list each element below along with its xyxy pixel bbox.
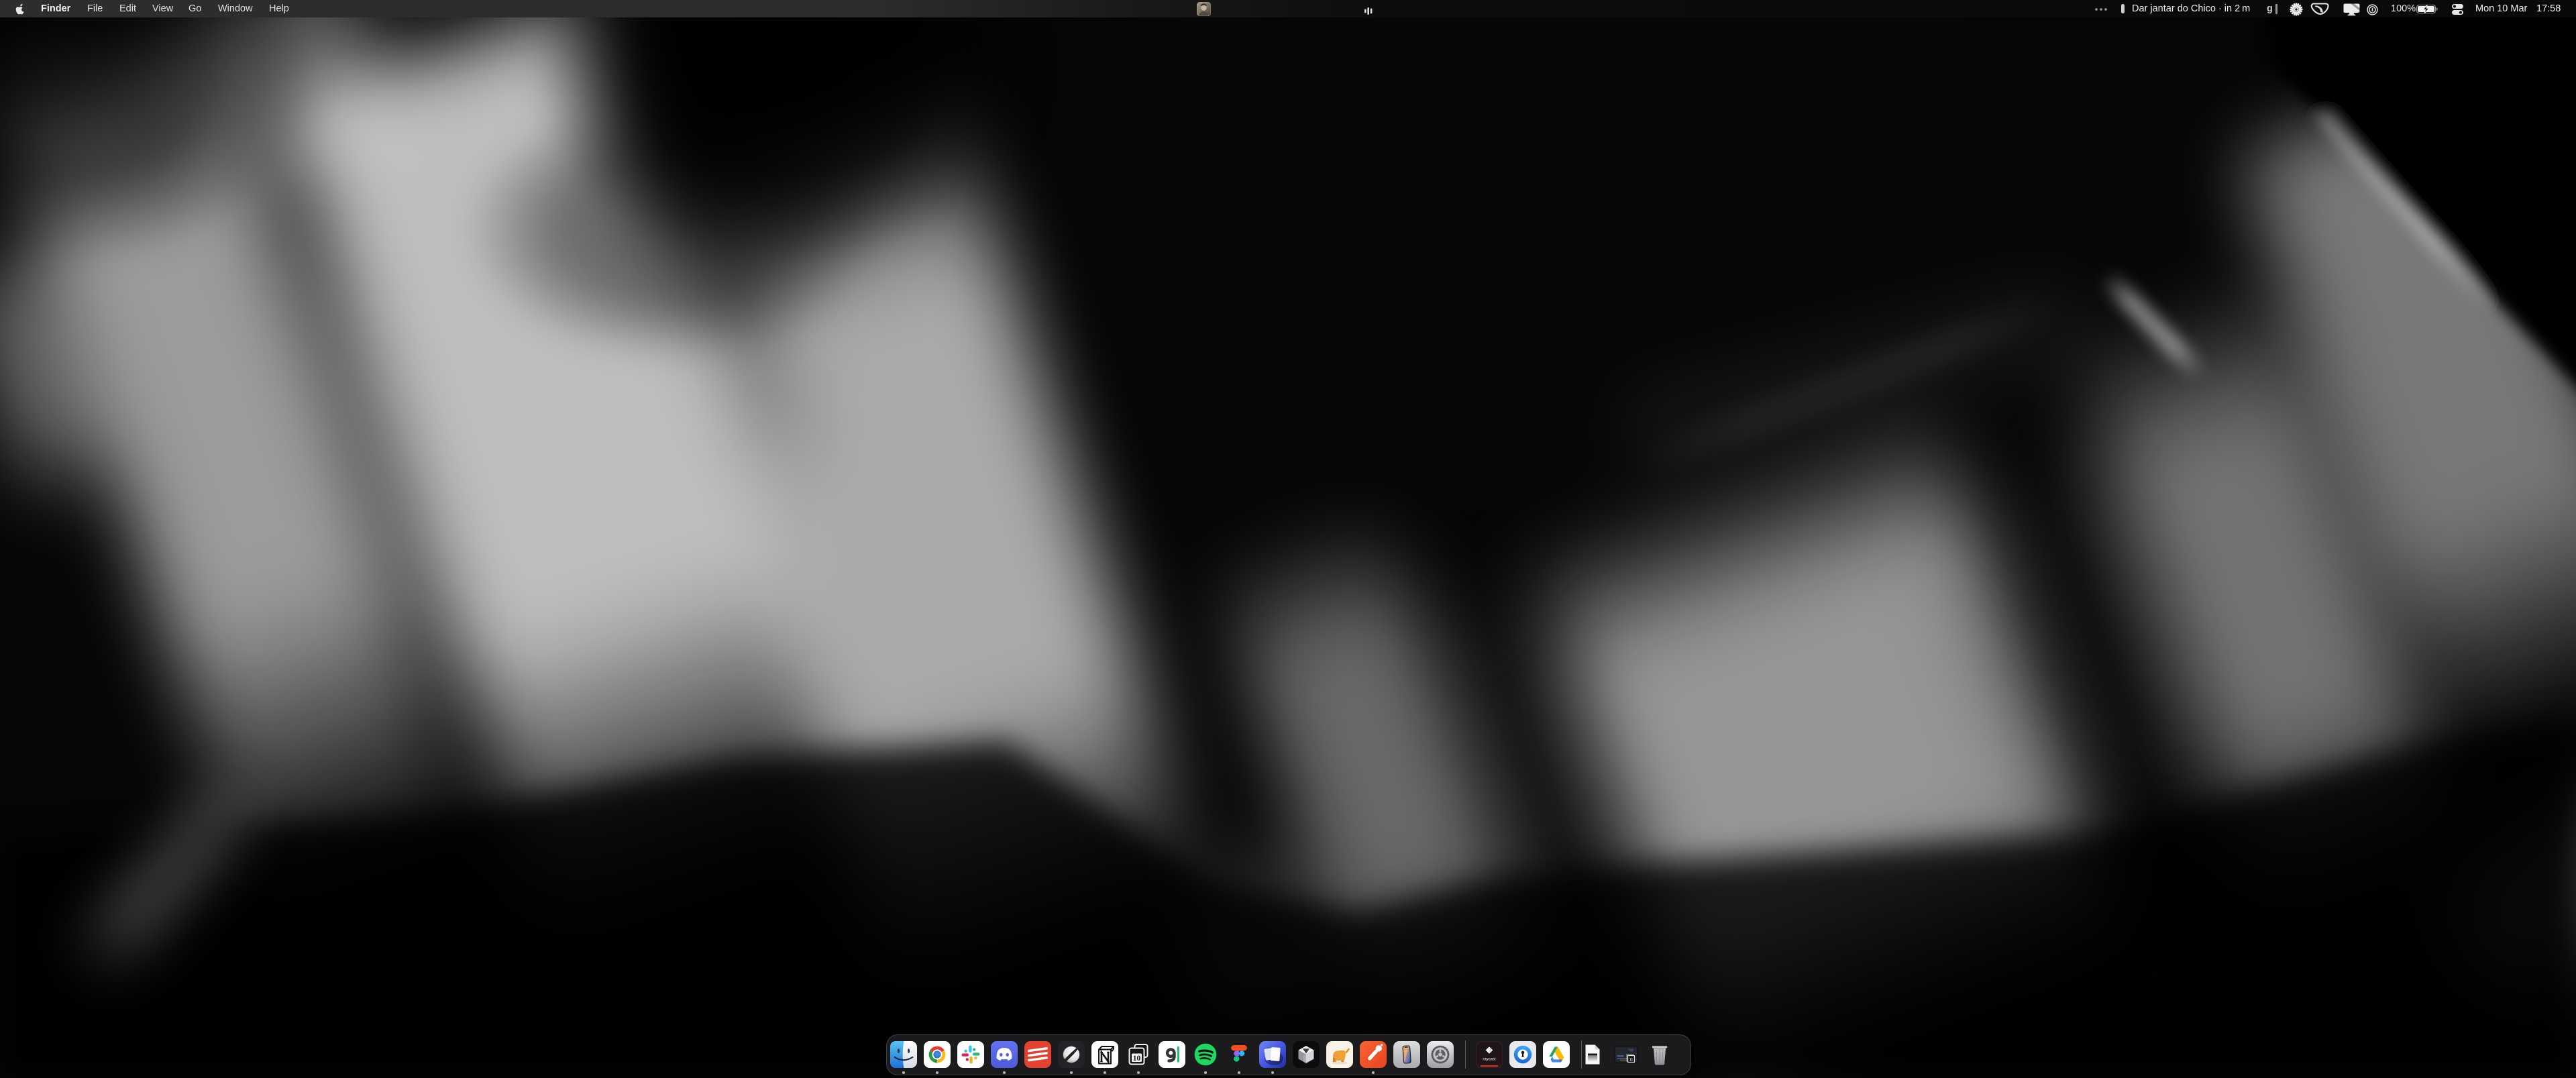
svg-text:11: 11 [1629, 1058, 1633, 1062]
svg-text:raycast: raycast [1483, 1058, 1497, 1062]
svg-text:10: 10 [1132, 1055, 1140, 1063]
